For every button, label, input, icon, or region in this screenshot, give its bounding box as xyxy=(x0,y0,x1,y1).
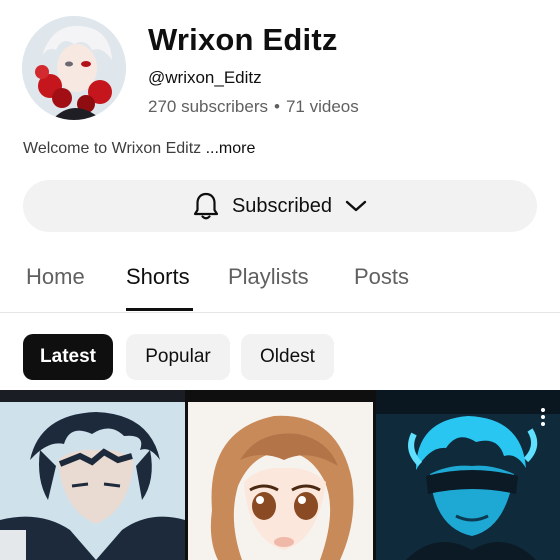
short-thumbnail-image xyxy=(188,390,373,560)
chip-oldest[interactable]: Oldest xyxy=(241,334,334,380)
tab-home[interactable]: Home xyxy=(26,264,85,290)
chevron-down-icon xyxy=(345,200,367,212)
short-thumbnail[interactable] xyxy=(376,390,560,560)
video-count: 71 videos xyxy=(285,97,359,116)
channel-stats: 270 subscribers • 71 videos xyxy=(148,97,359,117)
short-thumbnail-image xyxy=(0,390,185,560)
active-tab-indicator xyxy=(126,308,193,311)
description-text: Welcome to Wrixon Editz xyxy=(23,140,202,157)
short-thumbnail-image xyxy=(376,390,560,560)
channel-handle: @wrixon_Editz xyxy=(148,68,262,87)
channel-avatar[interactable] xyxy=(22,16,126,120)
tab-posts[interactable]: Posts xyxy=(354,264,409,290)
more-link[interactable]: ...more xyxy=(206,140,256,157)
subscribed-label: Subscribed xyxy=(231,194,333,217)
tab-playlists[interactable]: Playlists xyxy=(228,264,309,290)
subscribed-button[interactable]: Subscribed xyxy=(23,180,537,232)
chip-latest[interactable]: Latest xyxy=(23,334,113,380)
channel-name: Wrixon Editz xyxy=(148,22,338,57)
channel-tabs: Home Shorts Playlists Posts xyxy=(0,250,560,313)
short-thumbnail[interactable] xyxy=(188,390,373,560)
more-vert-icon[interactable] xyxy=(540,408,546,430)
short-thumbnail[interactable] xyxy=(0,390,185,560)
subscriber-count: 270 subscribers xyxy=(148,97,269,116)
channel-description[interactable]: Welcome to Wrixon Editz ...more xyxy=(23,140,255,158)
channel-page: Wrixon Editz @wrixon_Editz 270 subscribe… xyxy=(0,0,560,560)
shorts-grid xyxy=(0,390,560,560)
avatar-image xyxy=(22,16,126,120)
chip-popular[interactable]: Popular xyxy=(126,334,230,380)
stats-separator: • xyxy=(274,97,280,116)
bell-icon xyxy=(193,192,219,220)
tab-shorts[interactable]: Shorts xyxy=(126,264,190,290)
